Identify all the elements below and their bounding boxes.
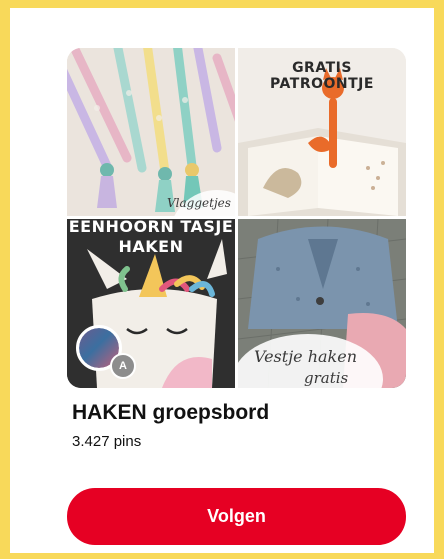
pin-count: 3.427 pins (72, 433, 142, 450)
group-board-card[interactable]: Vlaggetjes GRATIS PATROONTJE EENHOORN TA… (60, 42, 410, 557)
tile-vest: Vestje haken gratis (238, 219, 406, 388)
tile-fox-bookmark: GRATIS PATROONTJE (238, 48, 406, 216)
follow-button[interactable]: Volgen (67, 488, 406, 545)
tile-fox-caption: GRATIS PATROONTJE (270, 60, 374, 92)
tile-vest-caption-2: gratis (304, 369, 349, 387)
tile-unicorn-caption-2: HAKEN (118, 237, 184, 256)
tile-unicorn-caption-1: EENHOORN TASJE (68, 219, 234, 236)
collaborator-avatar[interactable]: A (110, 353, 136, 379)
board-title[interactable]: HAKEN groepsbord (72, 401, 269, 425)
bookmarks-illustration (67, 48, 235, 216)
tile-vest-caption-1: Vestje haken (254, 347, 358, 366)
tile-bookmarks-caption: Vlaggetjes (167, 196, 231, 210)
highlight-frame: Vlaggetjes GRATIS PATROONTJE EENHOORN TA… (0, 0, 444, 559)
tile-bookmarks: Vlaggetjes (67, 48, 235, 216)
